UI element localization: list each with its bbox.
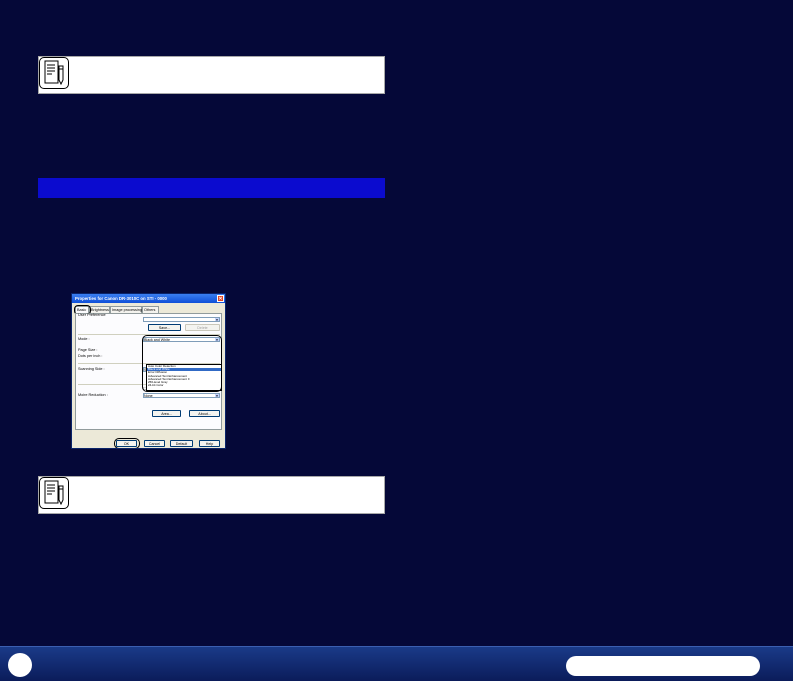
- footer-pill: [566, 656, 760, 676]
- page-number-badge: [8, 653, 32, 677]
- dialog-title-bar: Properties for Canon DR-3010C on STI - 0…: [72, 294, 225, 303]
- note-box: [38, 56, 385, 94]
- area-button[interactable]: Area...: [152, 410, 181, 417]
- user-preference-label: User Preference: [78, 313, 106, 317]
- scanning-side-label: Scanning Side :: [78, 367, 105, 371]
- save-button[interactable]: Save...: [148, 324, 181, 331]
- default-button[interactable]: Default: [170, 440, 193, 447]
- tab-brightness[interactable]: Brightness: [89, 306, 110, 313]
- chevron-down-icon: ▼: [215, 394, 219, 398]
- cancel-button[interactable]: Cancel: [144, 440, 165, 447]
- note-icon: [39, 477, 69, 509]
- section-heading-bar: [38, 178, 385, 198]
- footer-bar: [0, 646, 793, 681]
- tab-others[interactable]: Others: [142, 306, 159, 313]
- moire-reduction-label: Moire Reduction :: [78, 393, 108, 397]
- close-button[interactable]: ✕: [217, 295, 224, 302]
- moire-value: None: [144, 394, 153, 398]
- dialog-title: Properties for Canon DR-3010C on STI - 0…: [75, 296, 167, 301]
- mode-label: Mode :: [78, 337, 90, 341]
- note-icon: [39, 57, 69, 89]
- help-button[interactable]: Help: [199, 440, 220, 447]
- about-button[interactable]: About...: [189, 410, 220, 417]
- properties-dialog: Properties for Canon DR-3010C on STI - 0…: [71, 293, 226, 449]
- ok-highlight-circle: [114, 438, 140, 448]
- user-preference-select[interactable]: ▼: [143, 317, 220, 322]
- note-box: [38, 476, 385, 514]
- basic-panel: User Preference ▼ Save... Delete Mode : …: [75, 313, 222, 430]
- mode-highlight-circle: [142, 335, 222, 392]
- tab-image-processing[interactable]: Image processing: [110, 306, 142, 313]
- chevron-down-icon: ▼: [215, 318, 219, 322]
- page-size-label: Page Size :: [78, 348, 98, 352]
- delete-button[interactable]: Delete: [185, 324, 220, 331]
- moire-reduction-select[interactable]: None ▼: [143, 393, 220, 398]
- dots-per-inch-label: Dots per inch :: [78, 354, 103, 358]
